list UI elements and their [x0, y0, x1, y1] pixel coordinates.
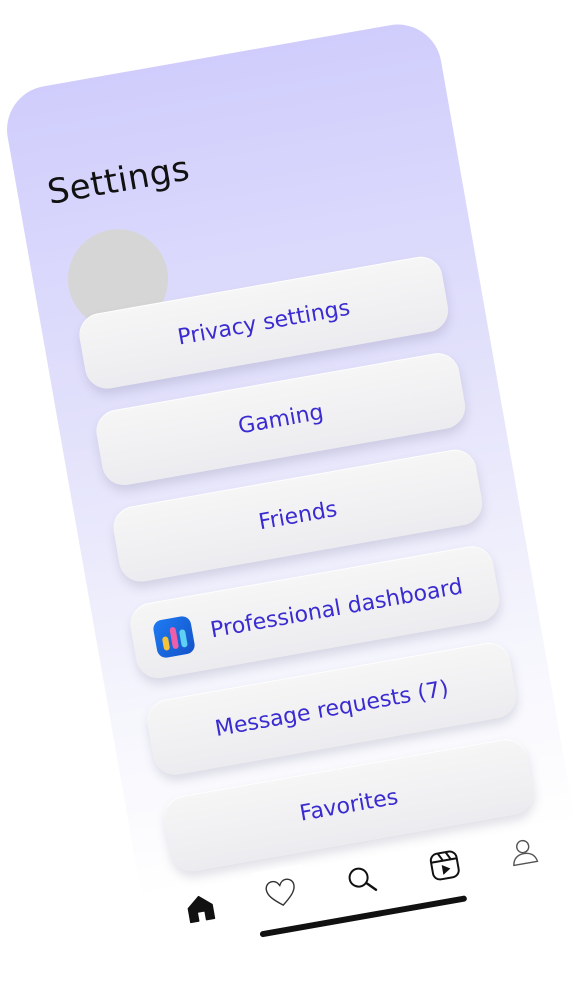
search-icon[interactable]: [337, 855, 388, 906]
bar-chart-bar: [169, 626, 180, 650]
button-label: Message requests (7): [213, 675, 451, 742]
bar-chart-bar: [161, 636, 171, 651]
bar-chart-bar: [178, 629, 188, 648]
button-label: Professional dashboard: [208, 573, 465, 643]
page-title: Settings: [44, 148, 193, 213]
button-label: Friends: [256, 496, 339, 535]
reels-icon[interactable]: [419, 840, 470, 891]
button-label: Gaming: [236, 399, 326, 439]
heart-icon[interactable]: [251, 864, 312, 923]
home-icon[interactable]: [175, 883, 226, 934]
button-label: Favorites: [297, 784, 400, 827]
bar-chart-app-icon: [151, 614, 197, 660]
phone-screen: Settings Privacy settings Gaming Friends…: [0, 17, 588, 971]
button-label: Privacy settings: [175, 295, 352, 351]
profile-icon[interactable]: [498, 826, 549, 877]
